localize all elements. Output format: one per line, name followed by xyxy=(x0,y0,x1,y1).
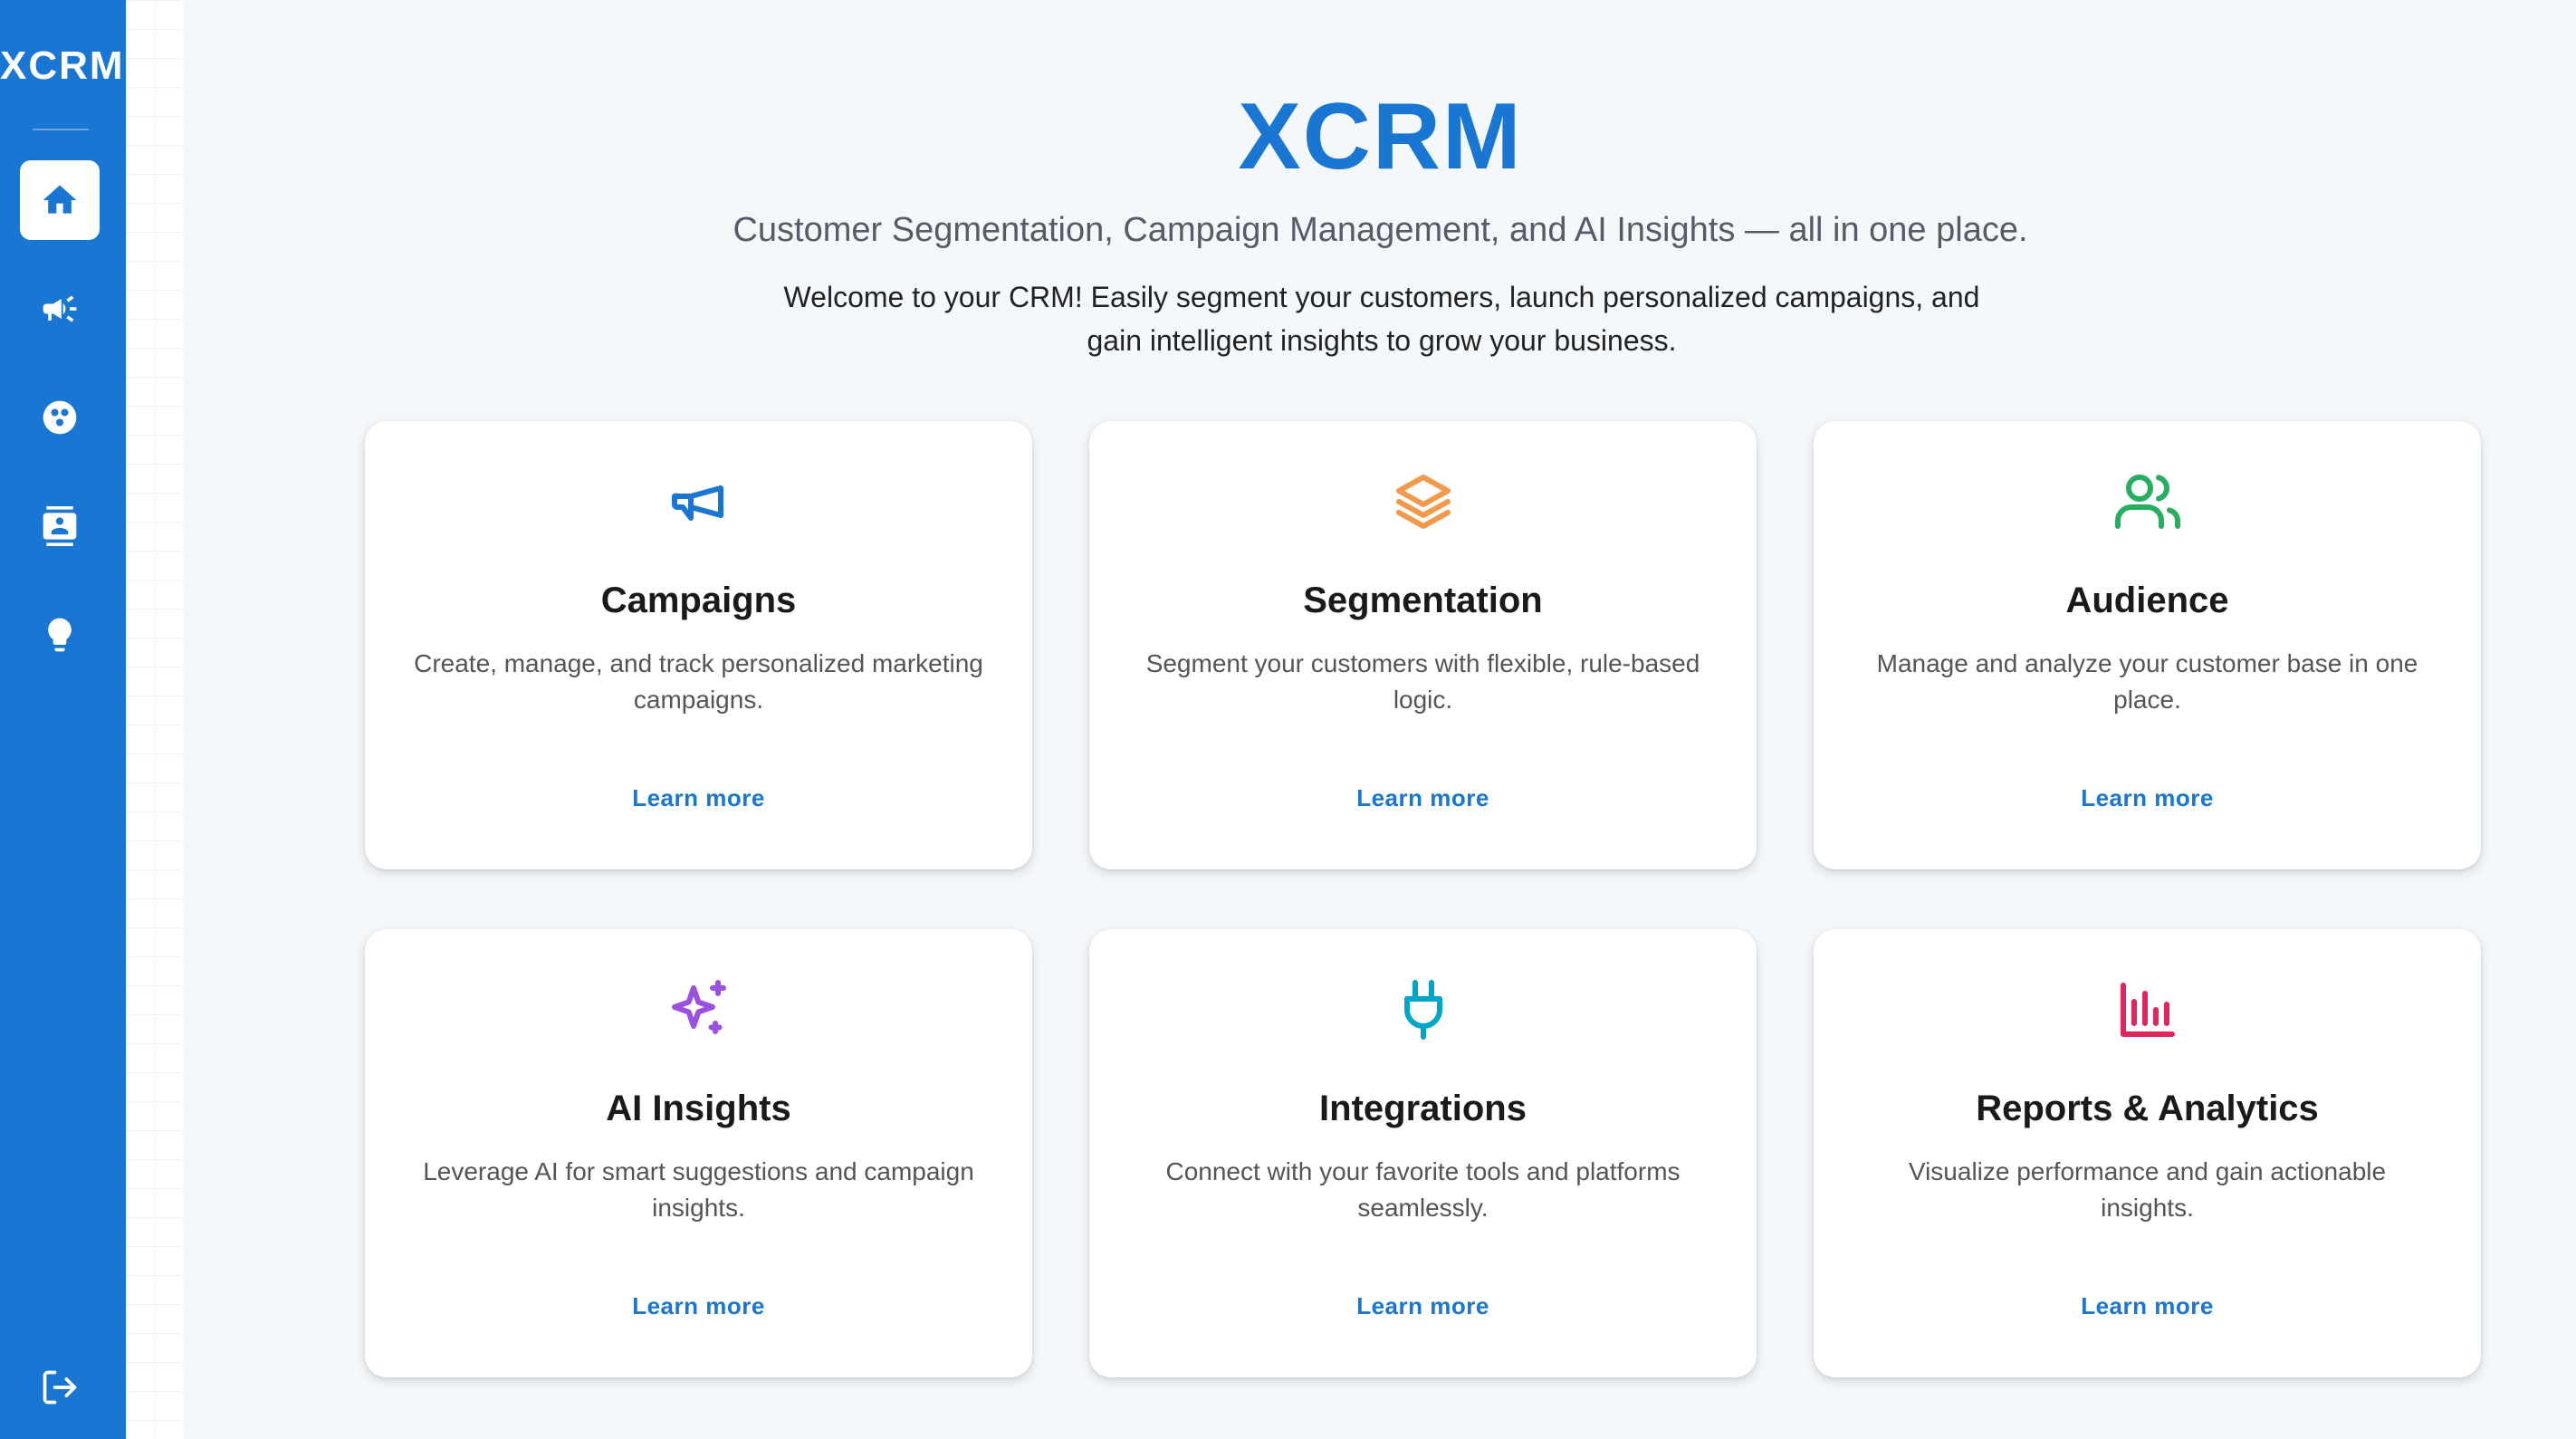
card-description: Manage and analyze your customer base in… xyxy=(1876,649,2418,714)
learn-more-link[interactable]: Learn more xyxy=(365,1292,1032,1320)
layers-icon xyxy=(1395,475,1451,529)
sidebar-item-segmentation[interactable] xyxy=(20,378,100,457)
lightbulb-icon xyxy=(48,618,72,652)
learn-more-link[interactable]: Learn more xyxy=(1814,784,2481,812)
sidebar-item-insights[interactable] xyxy=(20,595,100,675)
megaphone-icon xyxy=(43,295,77,322)
sidebar-item-audience[interactable] xyxy=(20,486,100,566)
card-description: Visualize performance and gain actionabl… xyxy=(1908,1157,2387,1222)
sidebar-item-home[interactable] xyxy=(20,160,100,240)
card-title: Segmentation xyxy=(1303,580,1543,620)
feature-card-ai-insights[interactable]: AI Insights Leverage AI for smart sugges… xyxy=(365,929,1032,1377)
megaphone-icon xyxy=(671,485,723,521)
card-title: AI Insights xyxy=(606,1089,791,1128)
sidebar-gutter xyxy=(126,0,185,1439)
contact-card-icon xyxy=(43,506,77,546)
app-root: XCRM XCRM Customer Segmentation, Campaig… xyxy=(0,0,2576,1439)
card-title: Reports & Analytics xyxy=(1976,1089,2319,1128)
main-content: XCRM Customer Segmentation, Campaign Man… xyxy=(185,0,2576,1439)
card-title: Audience xyxy=(2065,580,2229,620)
feature-card-reports-analytics[interactable]: Reports & Analytics Visualize performanc… xyxy=(1814,929,2481,1377)
home-icon xyxy=(43,185,77,214)
segments-icon xyxy=(43,400,77,435)
card-title: Campaigns xyxy=(600,580,797,620)
sidebar-item-campaigns[interactable] xyxy=(20,269,100,349)
learn-more-link[interactable]: Learn more xyxy=(1089,784,1757,812)
feature-card-integrations[interactable]: Integrations Connect with your favorite … xyxy=(1089,929,1757,1377)
bar-chart-icon xyxy=(2120,983,2175,1037)
logout-icon xyxy=(43,1370,77,1405)
card-description: Create, manage, and track personalized m… xyxy=(414,649,983,714)
card-title: Integrations xyxy=(1319,1089,1527,1128)
page-subtitle: Customer Segmentation, Campaign Manageme… xyxy=(733,211,2028,249)
learn-more-link[interactable]: Learn more xyxy=(1089,1292,1757,1320)
users-icon xyxy=(2114,475,2180,529)
learn-more-link[interactable]: Learn more xyxy=(365,784,1032,812)
card-description: Leverage AI for smart suggestions and ca… xyxy=(423,1157,974,1222)
feature-card-audience[interactable]: Audience Manage and analyze your custome… xyxy=(1814,421,2481,869)
learn-more-link[interactable]: Learn more xyxy=(1814,1292,2481,1320)
page-title: XCRM xyxy=(1238,84,1523,189)
sparkles-icon xyxy=(671,980,726,1034)
sidebar-brand: XCRM xyxy=(0,43,125,88)
welcome-text: Welcome to your CRM! Easily segment your… xyxy=(783,281,1980,357)
card-description: Segment your customers with flexible, ru… xyxy=(1145,649,1700,714)
sidebar-divider xyxy=(33,129,89,130)
feature-card-campaigns[interactable]: Campaigns Create, manage, and track pers… xyxy=(365,421,1032,869)
card-description: Connect with your favorite tools and pla… xyxy=(1165,1157,1681,1222)
sidebar: XCRM xyxy=(0,0,126,1439)
logout-button[interactable] xyxy=(20,1348,100,1427)
plug-icon xyxy=(1403,980,1442,1040)
feature-card-segmentation[interactable]: Segmentation Segment your customers with… xyxy=(1089,421,1757,869)
